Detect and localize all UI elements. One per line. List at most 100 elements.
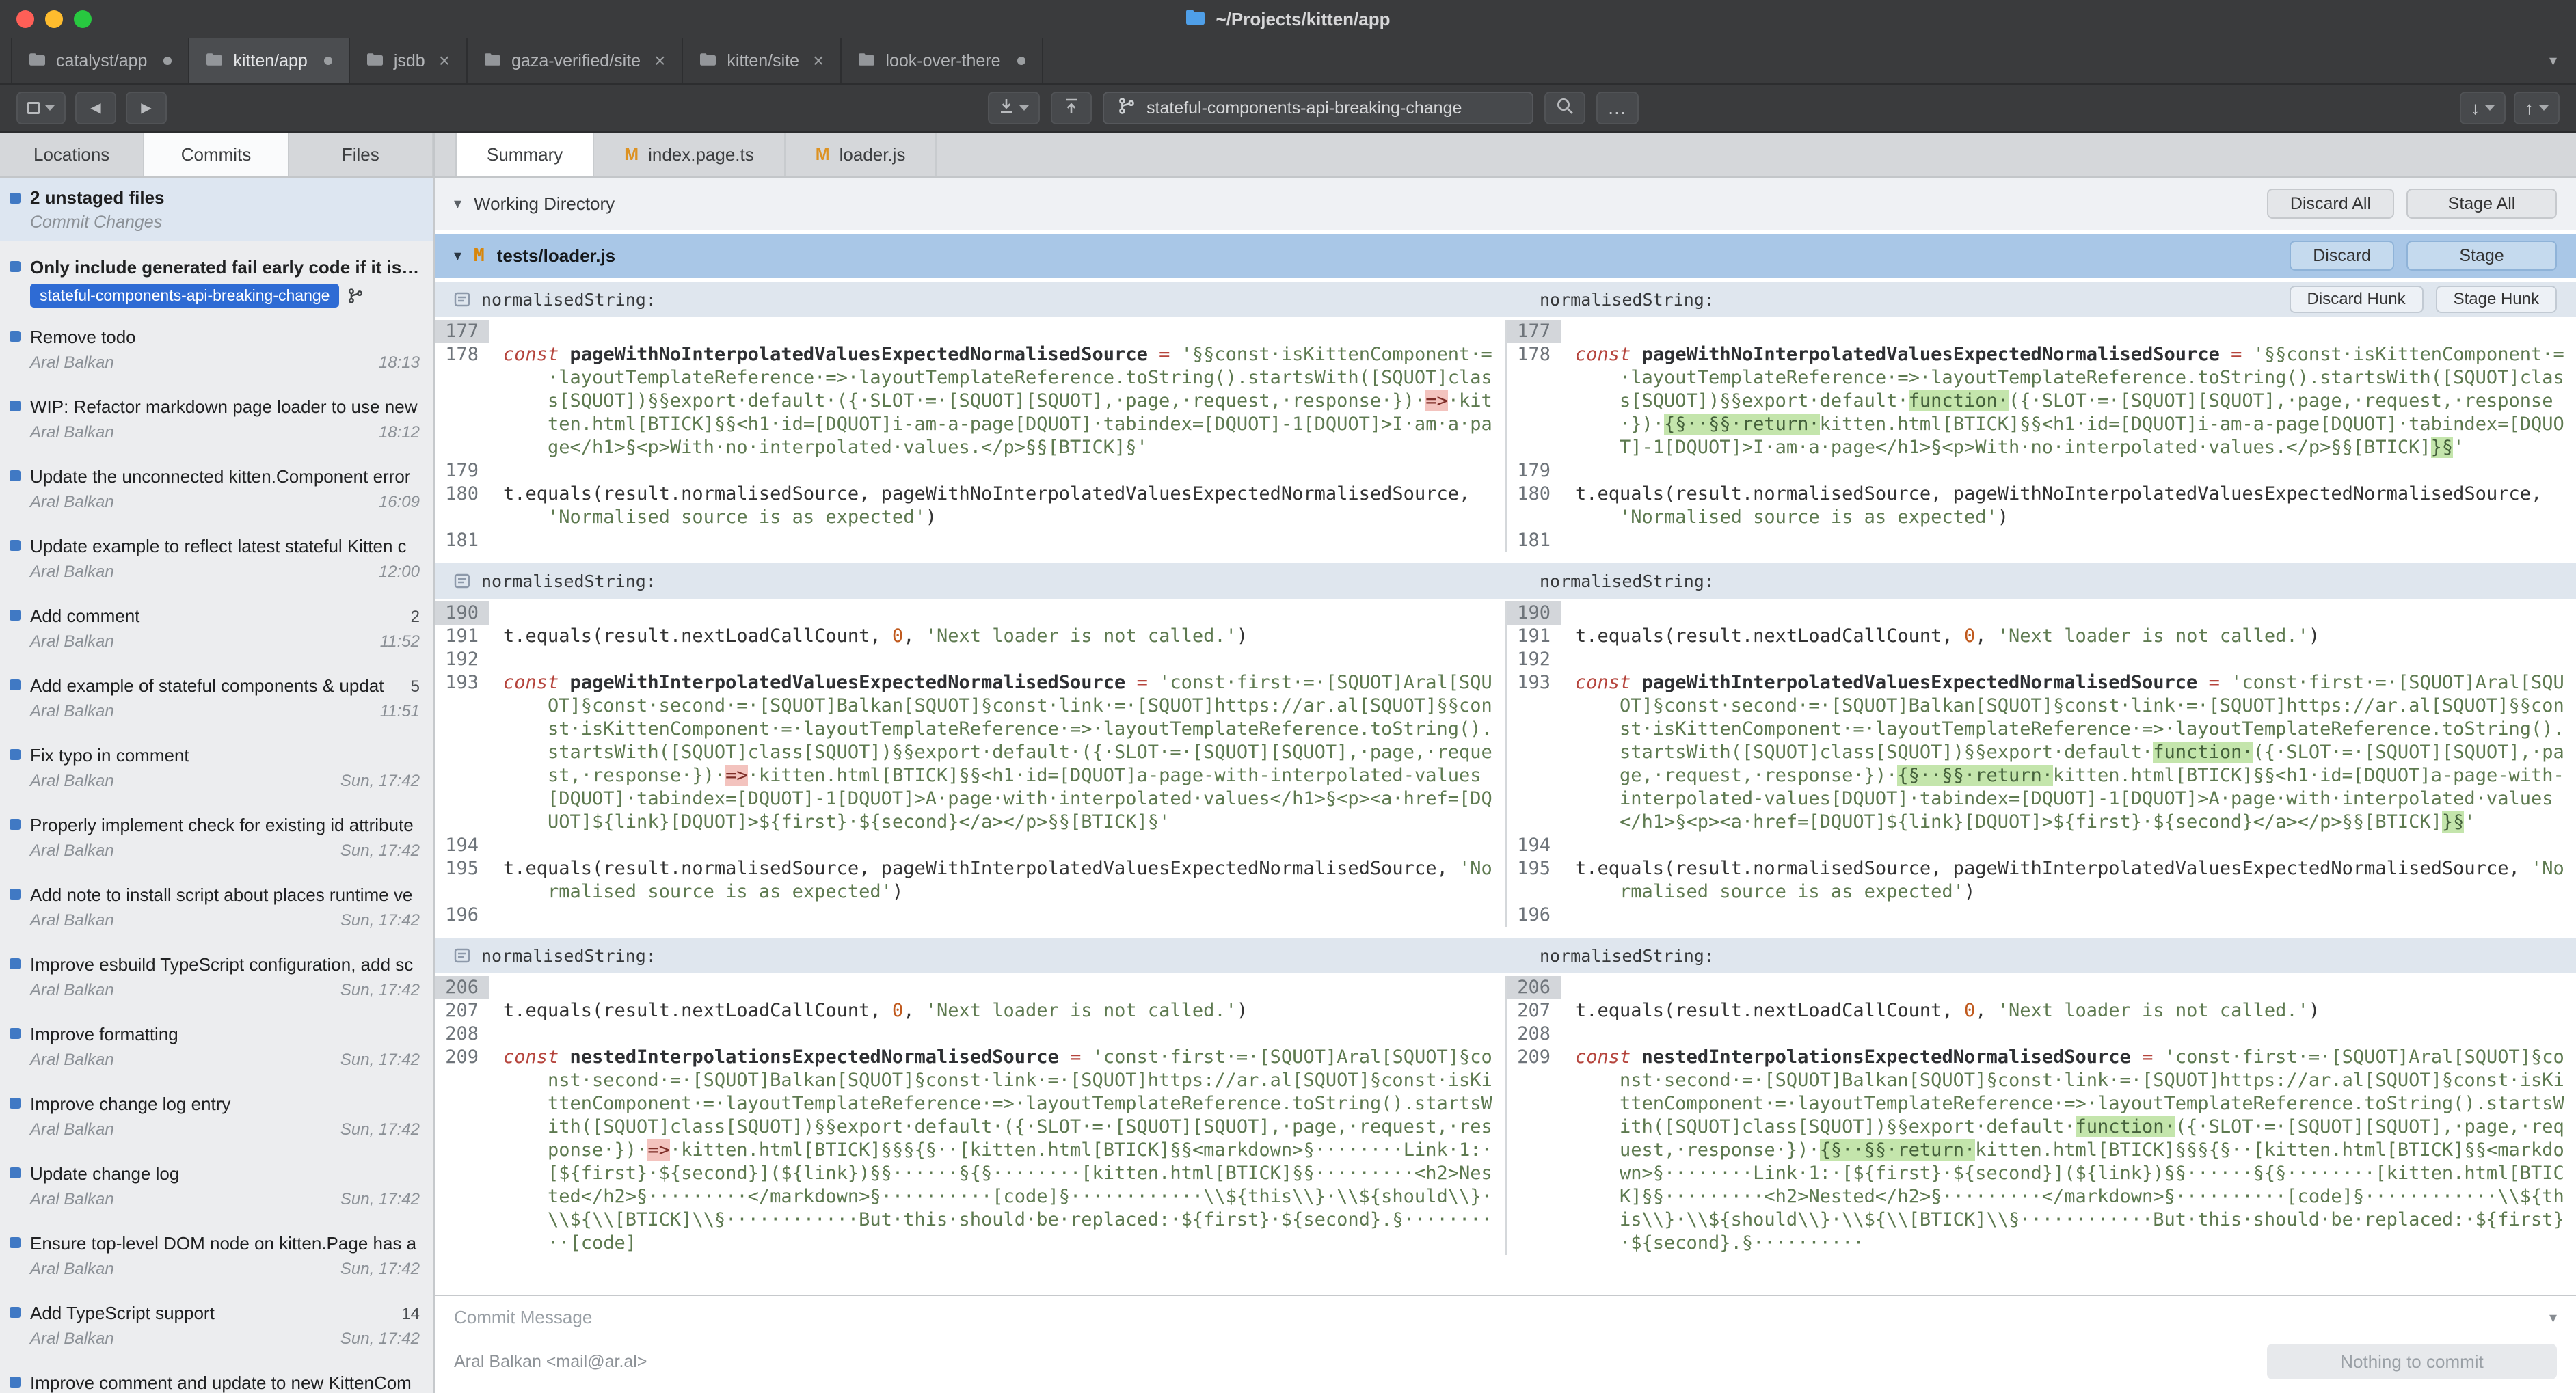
sidebar-panel-tabs: LocationsCommitsFiles bbox=[0, 133, 435, 176]
diff-row[interactable]: 209const nestedInterpolationsExpectedNor… bbox=[435, 1046, 1505, 1255]
repo-tab-look-over-there[interactable]: look-over-there bbox=[842, 38, 1043, 83]
stage-all-button[interactable]: Stage All bbox=[2406, 189, 2557, 219]
branch-selector[interactable]: stateful-components-api-breaking-change bbox=[1103, 92, 1533, 124]
stage-file-button[interactable]: Stage bbox=[2406, 241, 2557, 271]
diff-row[interactable]: 207t.equals(result.nextLoadCallCount, 0,… bbox=[1507, 999, 2576, 1023]
minimize-window-button[interactable] bbox=[45, 10, 63, 28]
diff-row[interactable]: 180t.equals(result.normalisedSource, pag… bbox=[1507, 483, 2576, 529]
commit-row[interactable]: Only include generated fail early code i… bbox=[0, 246, 433, 316]
line-number: 177 bbox=[435, 320, 489, 343]
commit-row[interactable]: Update change logAral BalkanSun, 17:42 bbox=[0, 1152, 433, 1222]
discard-all-button[interactable]: Discard All bbox=[2267, 189, 2394, 219]
back-button[interactable]: ◀ bbox=[75, 92, 116, 124]
file-row[interactable]: ▾ M tests/loader.js Discard Stage bbox=[435, 234, 2576, 278]
diff-row[interactable]: 195t.equals(result.normalisedSource, pag… bbox=[1507, 857, 2576, 904]
commit-message-input[interactable]: Commit Message bbox=[454, 1307, 592, 1328]
commit-row[interactable]: Add example of stateful components & upd… bbox=[0, 664, 433, 734]
diff-row[interactable]: 196 bbox=[1507, 904, 2576, 927]
commit-row[interactable]: Add comment2Aral Balkan11:52 bbox=[0, 595, 433, 664]
diff-row[interactable]: 177 bbox=[435, 320, 1505, 343]
disclosure-triangle-icon[interactable]: ▾ bbox=[454, 196, 461, 211]
diff-row[interactable]: 181 bbox=[435, 529, 1505, 552]
tab-close-icon[interactable]: × bbox=[439, 51, 450, 70]
commit-row[interactable]: Fix typo in commentAral BalkanSun, 17:42 bbox=[0, 734, 433, 804]
more-options-button[interactable]: … bbox=[1596, 92, 1639, 124]
diff-row[interactable]: 178const pageWithNoInterpolatedValuesExp… bbox=[1507, 343, 2576, 459]
main-tab-index-page-ts[interactable]: Mindex.page.ts bbox=[594, 133, 786, 176]
diff-row[interactable]: 209const nestedInterpolationsExpectedNor… bbox=[1507, 1046, 2576, 1255]
repo-tab-gaza-verified-site[interactable]: gaza-verified/site× bbox=[468, 38, 683, 83]
diff-row[interactable]: 206 bbox=[435, 976, 1505, 999]
diff-row[interactable]: 206 bbox=[1507, 976, 2576, 999]
stage-hunk-button[interactable]: Stage Hunk bbox=[2436, 286, 2557, 313]
commit-marker bbox=[10, 1028, 21, 1039]
search-button[interactable] bbox=[1544, 92, 1585, 124]
diff-row[interactable]: 192 bbox=[1507, 648, 2576, 671]
diff-row[interactable]: 190 bbox=[1507, 601, 2576, 625]
commit-row[interactable]: Add TypeScript support14Aral BalkanSun, … bbox=[0, 1292, 433, 1362]
zoom-window-button[interactable] bbox=[74, 10, 92, 28]
push-button[interactable]: ↑ bbox=[2514, 92, 2560, 124]
commit-panel-toggle-button[interactable] bbox=[16, 92, 66, 124]
forward-button[interactable]: ▶ bbox=[126, 92, 167, 124]
repo-tab-kitten-app[interactable]: kitten/app bbox=[189, 38, 349, 83]
diff-row[interactable]: 207t.equals(result.nextLoadCallCount, 0,… bbox=[435, 999, 1505, 1023]
hunk-body: 177178const pageWithNoInterpolatedValues… bbox=[435, 317, 2576, 559]
pull-mini-button[interactable] bbox=[988, 92, 1040, 124]
commit-row[interactable]: Ensure top-level DOM node on kitten.Page… bbox=[0, 1222, 433, 1292]
square-icon bbox=[27, 102, 40, 114]
diff-row[interactable]: 192 bbox=[435, 648, 1505, 671]
diff-row[interactable]: 191t.equals(result.nextLoadCallCount, 0,… bbox=[1507, 625, 2576, 648]
line-number: 192 bbox=[1507, 648, 1561, 671]
diff-row[interactable]: 195t.equals(result.normalisedSource, pag… bbox=[435, 857, 1505, 904]
main-tab-loader-js[interactable]: Mloader.js bbox=[786, 133, 937, 176]
repo-tab-kitten-site[interactable]: kitten/site× bbox=[683, 38, 842, 83]
sidebar-tab-files[interactable]: Files bbox=[289, 133, 433, 176]
sidebar-tab-commits[interactable]: Commits bbox=[144, 133, 289, 176]
tab-close-icon[interactable]: × bbox=[654, 51, 665, 70]
sidebar-tab-locations[interactable]: Locations bbox=[0, 133, 144, 176]
discard-file-button[interactable]: Discard bbox=[2290, 241, 2394, 271]
diff-row[interactable]: 179 bbox=[1507, 459, 2576, 483]
diff-row[interactable]: 196 bbox=[435, 904, 1505, 927]
repo-tab-catalyst-app[interactable]: catalyst/app bbox=[11, 38, 189, 83]
diff-row[interactable]: 190 bbox=[435, 601, 1505, 625]
commit-row[interactable]: WIP: Refactor markdown page loader to us… bbox=[0, 386, 433, 455]
disclosure-triangle-icon[interactable]: ▾ bbox=[454, 248, 461, 263]
commit-row[interactable]: Add note to install script about places … bbox=[0, 874, 433, 943]
tab-overflow-chevron-icon[interactable]: ▾ bbox=[2549, 52, 2557, 70]
commit-row[interactable]: Improve formattingAral BalkanSun, 17:42 bbox=[0, 1013, 433, 1083]
commit-row[interactable]: Properly implement check for existing id… bbox=[0, 804, 433, 874]
tab-close-icon[interactable]: × bbox=[813, 51, 824, 70]
close-window-button[interactable] bbox=[16, 10, 34, 28]
diff-row[interactable]: 194 bbox=[1507, 834, 2576, 857]
diff-row[interactable]: 193const pageWithInterpolatedValuesExpec… bbox=[1507, 671, 2576, 834]
commit-time: Sun, 17:42 bbox=[340, 1051, 420, 1070]
diff-row[interactable]: 178const pageWithNoInterpolatedValuesExp… bbox=[435, 343, 1505, 459]
diff-row[interactable]: 177 bbox=[1507, 320, 2576, 343]
commit-row[interactable]: Update example to reflect latest statefu… bbox=[0, 525, 433, 595]
branch-pill[interactable]: stateful-components-api-breaking-change bbox=[30, 284, 339, 308]
diff-row[interactable]: 208 bbox=[435, 1023, 1505, 1046]
diff-row[interactable]: 181 bbox=[1507, 529, 2576, 552]
diff-row[interactable]: 191t.equals(result.nextLoadCallCount, 0,… bbox=[435, 625, 1505, 648]
discard-hunk-button[interactable]: Discard Hunk bbox=[2290, 286, 2424, 313]
code-line bbox=[489, 648, 1505, 671]
unstaged-files-item[interactable]: 2 unstaged files Commit Changes bbox=[0, 178, 433, 241]
commit-row[interactable]: Remove todoAral Balkan18:13 bbox=[0, 316, 433, 386]
diff-row[interactable]: 194 bbox=[435, 834, 1505, 857]
diff-row[interactable]: 193const pageWithInterpolatedValuesExpec… bbox=[435, 671, 1505, 834]
repo-tab-jsdb[interactable]: jsdb× bbox=[350, 38, 468, 83]
commit-row[interactable]: Improve esbuild TypeScript configuration… bbox=[0, 943, 433, 1013]
diff-row[interactable]: 208 bbox=[1507, 1023, 2576, 1046]
push-mini-button[interactable] bbox=[1051, 92, 1092, 124]
diff-row[interactable]: 180t.equals(result.normalisedSource, pag… bbox=[435, 483, 1505, 529]
commit-row[interactable]: Improve comment and update to new Kitten… bbox=[0, 1362, 433, 1393]
nothing-to-commit-button[interactable]: Nothing to commit bbox=[2267, 1344, 2557, 1379]
commit-row[interactable]: Update the unconnected kitten.Component … bbox=[0, 455, 433, 525]
pull-button[interactable]: ↓ bbox=[2460, 92, 2506, 124]
commit-expand-chevron-icon[interactable]: ▾ bbox=[2549, 1309, 2557, 1327]
main-tab-summary[interactable]: Summary bbox=[455, 133, 594, 176]
commit-row[interactable]: Improve change log entryAral BalkanSun, … bbox=[0, 1083, 433, 1152]
diff-row[interactable]: 179 bbox=[435, 459, 1505, 483]
